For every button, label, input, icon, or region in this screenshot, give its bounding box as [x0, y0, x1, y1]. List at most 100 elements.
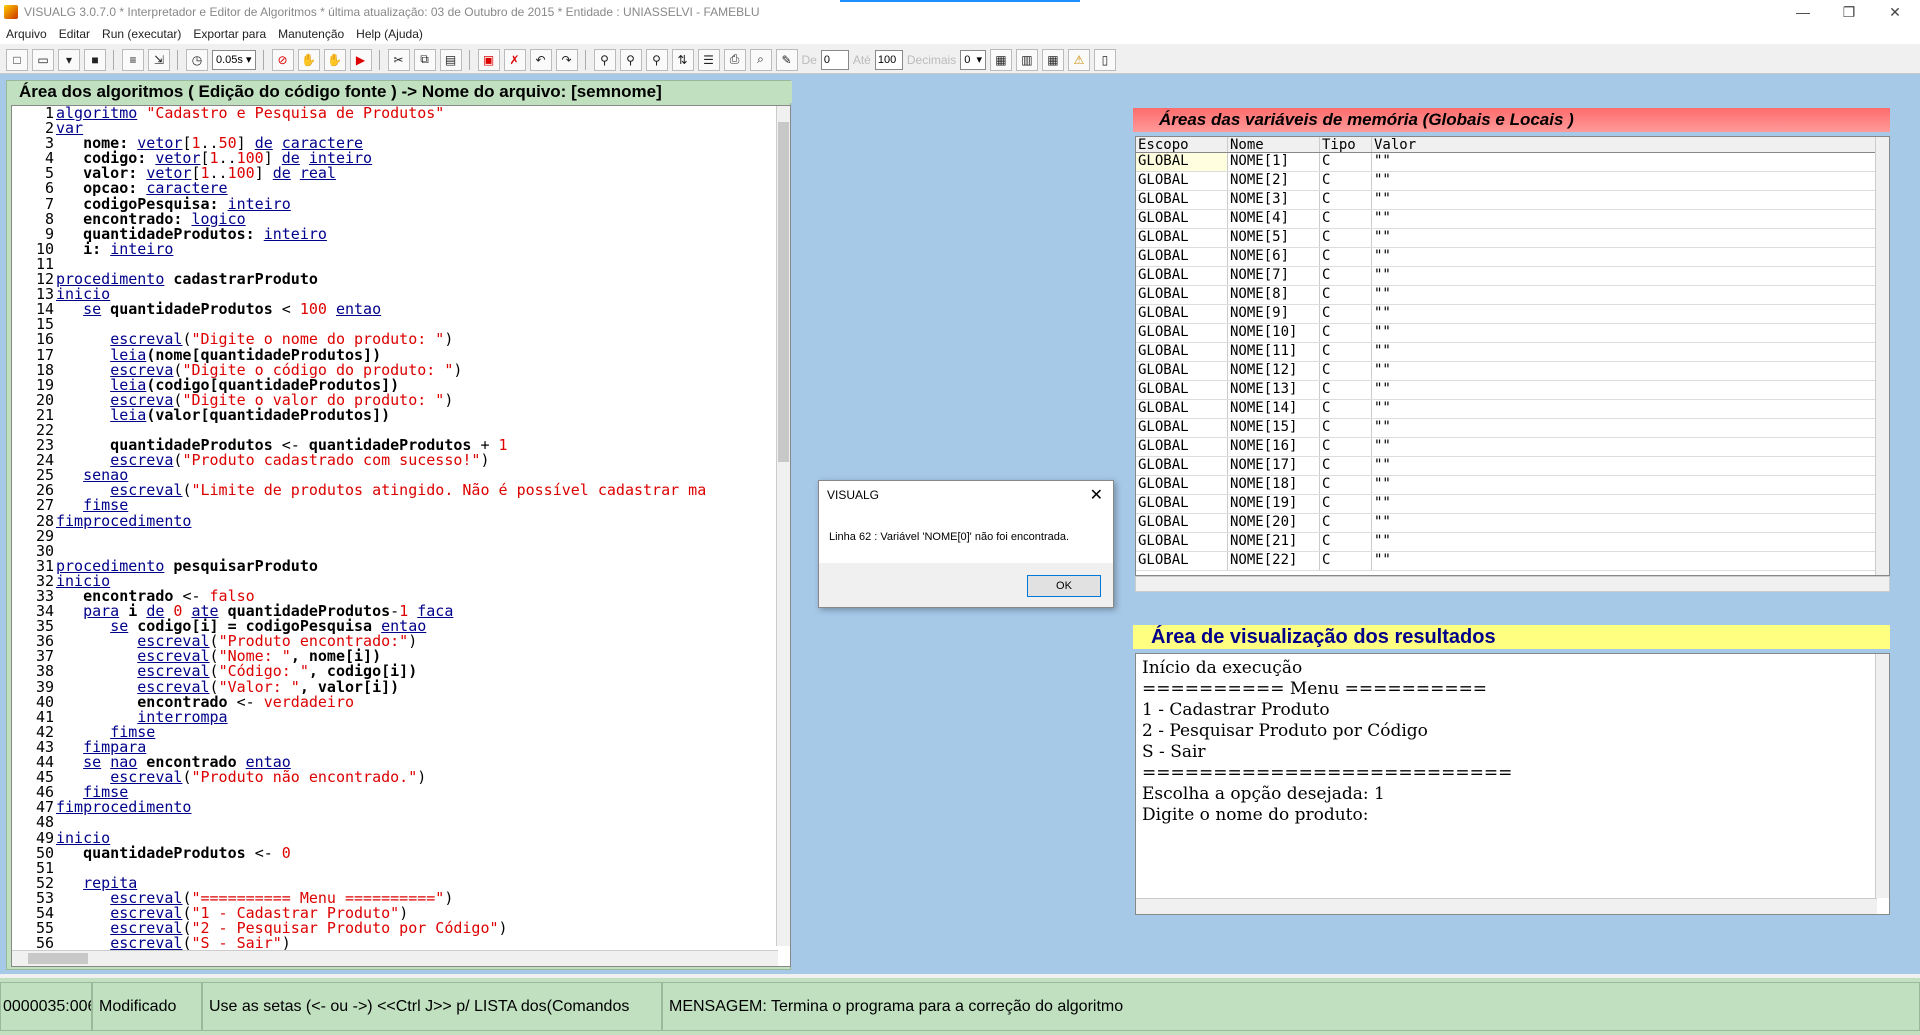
- code-line[interactable]: 1 algoritmo "Cadastro e Pesquisa de Produ…: [12, 106, 778, 121]
- col-nome[interactable]: Nome: [1228, 137, 1320, 152]
- code-line[interactable]: 56 escreval("S - Sair"): [12, 936, 778, 951]
- replace-icon[interactable]: ⚲: [645, 48, 668, 71]
- sort-icon[interactable]: ⇅: [671, 48, 694, 71]
- close-button[interactable]: ✕: [1872, 0, 1918, 24]
- results-vertical-scrollbar[interactable]: [1875, 654, 1889, 898]
- variable-row[interactable]: GLOBAL NOME[3] C "": [1136, 191, 1889, 210]
- menu-manutencao[interactable]: Manutenção: [272, 27, 350, 41]
- variable-row[interactable]: GLOBAL NOME[2] C "": [1136, 172, 1889, 191]
- code-line[interactable]: 14 se quantidadeProdutos < 100 entao: [12, 302, 778, 317]
- cell-valor: "": [1372, 343, 1880, 361]
- open-folder-icon[interactable]: ▭: [32, 48, 54, 71]
- variable-row[interactable]: GLOBAL NOME[1] C "": [1136, 153, 1889, 172]
- hand-icon[interactable]: ✋: [297, 48, 320, 71]
- variables-horizontal-scrollbar[interactable]: [1135, 576, 1890, 592]
- variable-row[interactable]: GLOBAL NOME[8] C "": [1136, 286, 1889, 305]
- exit-icon[interactable]: ▯: [1093, 48, 1116, 71]
- stop-icon[interactable]: ⊘: [271, 48, 294, 71]
- editor-vertical-scrollbar[interactable]: [776, 106, 790, 946]
- speed-select[interactable]: 0.05s ▾: [212, 49, 256, 70]
- code-line[interactable]: 47 fimprocedimento: [12, 800, 778, 815]
- warning-icon[interactable]: ⚠: [1067, 48, 1090, 71]
- decimais-select[interactable]: 0 ▾: [960, 49, 986, 70]
- variables-vertical-scrollbar[interactable]: [1875, 137, 1889, 575]
- save-icon[interactable]: ■: [84, 48, 106, 71]
- copy-icon[interactable]: ⧉: [413, 48, 436, 71]
- ate-input[interactable]: 100: [874, 49, 903, 70]
- variable-row[interactable]: GLOBAL NOME[22] C "": [1136, 552, 1889, 571]
- menu-editar[interactable]: Editar: [53, 27, 96, 41]
- print-icon[interactable]: ⎙: [723, 48, 746, 71]
- code-line[interactable]: 12 procedimento cadastrarProduto: [12, 271, 778, 287]
- code-line[interactable]: 31 procedimento pesquisarProduto: [12, 558, 778, 574]
- table-icon[interactable]: ▦: [1041, 48, 1064, 71]
- variable-row[interactable]: GLOBAL NOME[5] C "": [1136, 229, 1889, 248]
- code-line[interactable]: 28 fimprocedimento: [12, 513, 778, 529]
- variable-row[interactable]: GLOBAL NOME[7] C "": [1136, 267, 1889, 286]
- bookmark-icon[interactable]: ▣: [477, 48, 500, 71]
- variable-row[interactable]: GLOBAL NOME[15] C "": [1136, 419, 1889, 438]
- variable-row[interactable]: GLOBAL NOME[18] C "": [1136, 476, 1889, 495]
- editor-hscroll-thumb[interactable]: [28, 953, 88, 964]
- col-escopo[interactable]: Escopo: [1136, 137, 1228, 152]
- variable-row[interactable]: GLOBAL NOME[6] C "": [1136, 248, 1889, 267]
- export-icon[interactable]: ⇲: [148, 48, 170, 71]
- col-tipo[interactable]: Tipo: [1320, 137, 1372, 152]
- variable-row[interactable]: GLOBAL NOME[19] C "": [1136, 495, 1889, 514]
- code-editor[interactable]: 1 algoritmo "Cadastro e Pesquisa de Produ…: [11, 105, 791, 967]
- minimize-button[interactable]: —: [1780, 0, 1826, 24]
- variable-row[interactable]: GLOBAL NOME[17] C "": [1136, 457, 1889, 476]
- tools-icon[interactable]: ✎: [775, 48, 798, 71]
- menu-run[interactable]: Run (executar): [96, 27, 187, 41]
- results-horizontal-scrollbar[interactable]: [1136, 898, 1877, 914]
- variable-row[interactable]: GLOBAL NOME[14] C "": [1136, 400, 1889, 419]
- maximize-button[interactable]: ❐: [1826, 0, 1872, 24]
- code-line[interactable]: 29: [12, 528, 778, 544]
- code-line[interactable]: 48: [12, 815, 778, 830]
- timer-icon[interactable]: ◷: [186, 48, 208, 71]
- editor-vscroll-thumb[interactable]: [778, 122, 789, 462]
- code-line[interactable]: 21 leia(valor[quantidadeProdutos]): [12, 407, 778, 423]
- run-icon[interactable]: ▶: [349, 48, 372, 71]
- variable-row[interactable]: GLOBAL NOME[20] C "": [1136, 514, 1889, 533]
- redo-icon[interactable]: ↷: [555, 48, 578, 71]
- de-input[interactable]: 0: [820, 49, 849, 70]
- variable-row[interactable]: GLOBAL NOME[9] C "": [1136, 305, 1889, 324]
- dialog-ok-button[interactable]: OK: [1027, 575, 1101, 597]
- cell-tipo: C: [1320, 381, 1372, 399]
- new-file-icon[interactable]: □: [6, 48, 28, 71]
- calendar-icon[interactable]: ▦: [989, 48, 1012, 71]
- cut-icon[interactable]: ✂: [387, 48, 410, 71]
- code-line[interactable]: 10 i: inteiro: [12, 241, 778, 257]
- find-next-icon[interactable]: ⚲: [619, 48, 642, 71]
- step-icon[interactable]: ✋: [323, 48, 346, 71]
- paste-icon[interactable]: ▤: [439, 48, 462, 71]
- undo-icon[interactable]: ↶: [529, 48, 552, 71]
- print-preview-icon[interactable]: ⌕: [749, 48, 772, 71]
- variables-table[interactable]: Escopo Nome Tipo Valor GLOBAL NOME[1] C "" G…: [1135, 136, 1890, 576]
- menu-exportar[interactable]: Exportar para: [187, 27, 272, 41]
- variable-row[interactable]: GLOBAL NOME[11] C "": [1136, 343, 1889, 362]
- delete-icon[interactable]: ✗: [503, 48, 526, 71]
- col-valor[interactable]: Valor: [1372, 137, 1880, 152]
- menu-help[interactable]: Help (Ajuda): [350, 27, 429, 41]
- dropdown-arrow-icon[interactable]: ▾: [58, 48, 80, 71]
- variable-row[interactable]: GLOBAL NOME[13] C "": [1136, 381, 1889, 400]
- document-icon[interactable]: ≡: [122, 48, 144, 71]
- results-output[interactable]: Início da execução ========== Menu ======…: [1135, 653, 1890, 915]
- code-line[interactable]: 50 quantidadeProdutos <- 0: [12, 845, 778, 861]
- menu-arquivo[interactable]: Arquivo: [0, 27, 53, 41]
- variable-row[interactable]: GLOBAL NOME[10] C "": [1136, 324, 1889, 343]
- cell-escopo: GLOBAL: [1136, 229, 1228, 247]
- calculator-icon[interactable]: ▥: [1015, 48, 1038, 71]
- dialog-close-icon[interactable]: ✕: [1090, 485, 1103, 505]
- variable-row[interactable]: GLOBAL NOME[12] C "": [1136, 362, 1889, 381]
- find-icon[interactable]: ⚲: [593, 48, 616, 71]
- code-lines[interactable]: 1 algoritmo "Cadastro e Pesquisa de Produ…: [12, 106, 778, 951]
- variable-row[interactable]: GLOBAL NOME[4] C "": [1136, 210, 1889, 229]
- indent-icon[interactable]: ☰: [697, 48, 720, 71]
- editor-horizontal-scrollbar[interactable]: [12, 950, 778, 966]
- variable-row[interactable]: GLOBAL NOME[16] C "": [1136, 438, 1889, 457]
- toolbar-separator: [262, 49, 265, 70]
- variable-row[interactable]: GLOBAL NOME[21] C "": [1136, 533, 1889, 552]
